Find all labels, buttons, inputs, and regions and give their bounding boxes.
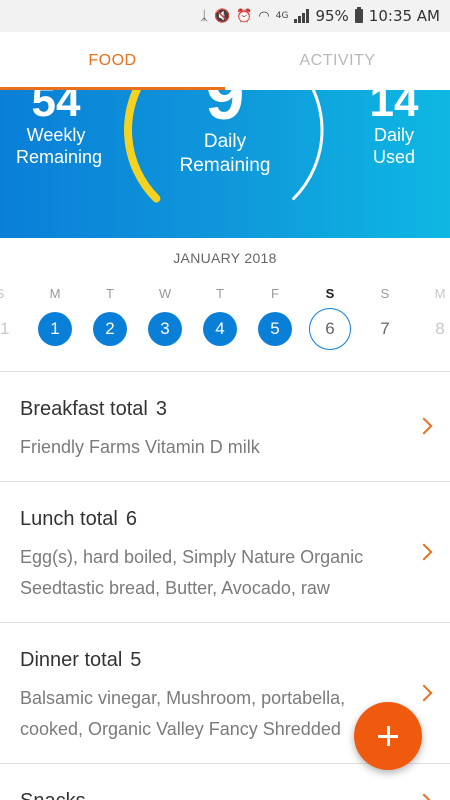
daily-remaining-stat: 9 Daily Remaining bbox=[160, 90, 290, 178]
calendar-day[interactable]: F5 bbox=[250, 284, 300, 346]
weekday-label: S bbox=[325, 286, 335, 301]
weekday-label: W bbox=[158, 286, 172, 301]
weekday-label: T bbox=[106, 286, 114, 301]
meal-total: 6 bbox=[125, 508, 137, 530]
alarm-icon: ⏰ bbox=[236, 8, 253, 24]
day-number: 31 bbox=[0, 319, 10, 338]
chevron-right-icon bbox=[415, 543, 433, 561]
meal-name: Breakfast total bbox=[20, 398, 148, 420]
calendar-day[interactable]: W3 bbox=[140, 284, 190, 346]
weekday-label: S bbox=[380, 286, 390, 301]
day-number: 8 bbox=[435, 319, 445, 338]
calendar-day[interactable]: M1 bbox=[30, 284, 80, 346]
meal-title: Snacks bbox=[20, 790, 86, 800]
chevron-right-icon bbox=[415, 417, 433, 435]
chevron-right-icon bbox=[415, 684, 433, 702]
day-number: 5 bbox=[258, 312, 292, 346]
battery-percent: 95% bbox=[315, 7, 349, 25]
meal-item-line: Balsamic vinegar, Mushroom, portabella, bbox=[20, 688, 346, 708]
points-summary-panel: 54 Weekly Remaining 9 Daily Remaining 14… bbox=[0, 90, 450, 238]
tab-food[interactable]: FOOD bbox=[0, 32, 225, 90]
meal-items: cooked, Organic Valley Fancy Shredded bbox=[20, 714, 380, 745]
meal-title: Breakfast total 3 bbox=[20, 398, 167, 421]
weekly-remaining-label-2: Remaining bbox=[16, 147, 103, 167]
meal-items: Balsamic vinegar, Mushroom, portabella, bbox=[20, 683, 380, 714]
day-number: 6 bbox=[309, 308, 351, 350]
calendar-day[interactable]: M8 bbox=[415, 284, 450, 346]
tab-bar: FOOD ACTIVITY bbox=[0, 32, 450, 90]
daily-used-label-1: Daily bbox=[373, 125, 414, 145]
meal-item-line: Friendly Farms Vitamin D milk bbox=[20, 437, 260, 457]
week-strip: S31 M1 T2 W3 T4 F5 S6 S7 M8 bbox=[0, 284, 450, 354]
mute-icon: 🔇 bbox=[214, 8, 231, 24]
day-number: 2 bbox=[93, 312, 127, 346]
meal-title: Lunch total 6 bbox=[20, 508, 137, 531]
weekday-label: F bbox=[271, 286, 279, 301]
calendar-day[interactable]: T4 bbox=[195, 284, 245, 346]
meal-items: Friendly Farms Vitamin D milk bbox=[20, 432, 380, 463]
battery-icon bbox=[354, 7, 363, 23]
daily-remaining-value: 9 bbox=[205, 90, 245, 134]
day-number: 1 bbox=[38, 312, 72, 346]
status-bar: ᛣ 🔇 ⏰ ◠ 4G 95% 10:35 AM bbox=[0, 0, 450, 32]
clock: 10:35 AM bbox=[368, 7, 440, 25]
daily-remaining-label-1: Daily bbox=[203, 131, 247, 152]
add-food-button[interactable] bbox=[354, 702, 422, 770]
calendar-month-label: JANUARY 2018 bbox=[173, 250, 277, 266]
meal-row-breakfast[interactable]: Breakfast total 3 Friendly Farms Vitamin … bbox=[0, 372, 450, 481]
daily-used-stat: 14 Daily Used bbox=[358, 90, 430, 168]
weekday-label: T bbox=[216, 286, 224, 301]
meal-title: Dinner total 5 bbox=[20, 649, 141, 672]
signal-icon bbox=[294, 9, 310, 23]
calendar-day[interactable]: S6 bbox=[305, 284, 355, 350]
weekday-label: M bbox=[49, 286, 61, 301]
weekly-remaining-value: 54 bbox=[31, 90, 81, 126]
calendar-day[interactable]: S7 bbox=[360, 284, 410, 346]
meal-item-line: Seedtastic bread, Butter, Avocado, raw bbox=[20, 578, 330, 598]
daily-used-value: 14 bbox=[369, 90, 419, 126]
meal-total: 5 bbox=[130, 649, 142, 671]
weekly-remaining-label-1: Weekly bbox=[26, 125, 86, 145]
meal-items: Egg(s), hard boiled, Simply Nature Organ… bbox=[20, 542, 380, 573]
day-number: 4 bbox=[203, 312, 237, 346]
meal-item-line: Egg(s), hard boiled, Simply Nature Organ… bbox=[20, 547, 364, 567]
daily-remaining-label-2: Remaining bbox=[179, 155, 271, 176]
bluetooth-icon: ᛣ bbox=[200, 8, 209, 24]
meal-total: 3 bbox=[155, 398, 167, 420]
day-number: 7 bbox=[380, 319, 390, 338]
meal-item-line: cooked, Organic Valley Fancy Shredded bbox=[20, 719, 341, 739]
meal-items: Seedtastic bread, Butter, Avocado, raw bbox=[20, 573, 380, 604]
weekly-remaining-stat: 54 Weekly Remaining bbox=[16, 90, 103, 168]
meal-name: Dinner total bbox=[20, 649, 123, 671]
wifi-icon: ◠ bbox=[258, 8, 270, 24]
weekday-label: M bbox=[434, 286, 446, 301]
gauge-used-arc bbox=[124, 90, 161, 203]
tab-activity[interactable]: ACTIVITY bbox=[225, 32, 450, 90]
daily-used-label-2: Used bbox=[372, 147, 416, 167]
day-number: 3 bbox=[148, 312, 182, 346]
meal-row-lunch[interactable]: Lunch total 6 Egg(s), hard boiled, Simply… bbox=[0, 482, 450, 622]
meal-name: Lunch total bbox=[20, 508, 118, 530]
plus-icon bbox=[378, 726, 398, 746]
meal-name: Snacks bbox=[20, 790, 86, 800]
chevron-right-icon bbox=[415, 793, 433, 800]
calendar-day[interactable]: S 31 bbox=[0, 284, 25, 346]
calendar-day[interactable]: T2 bbox=[85, 284, 135, 346]
network-type: 4G bbox=[275, 11, 289, 21]
weekday-label: S bbox=[0, 284, 25, 304]
